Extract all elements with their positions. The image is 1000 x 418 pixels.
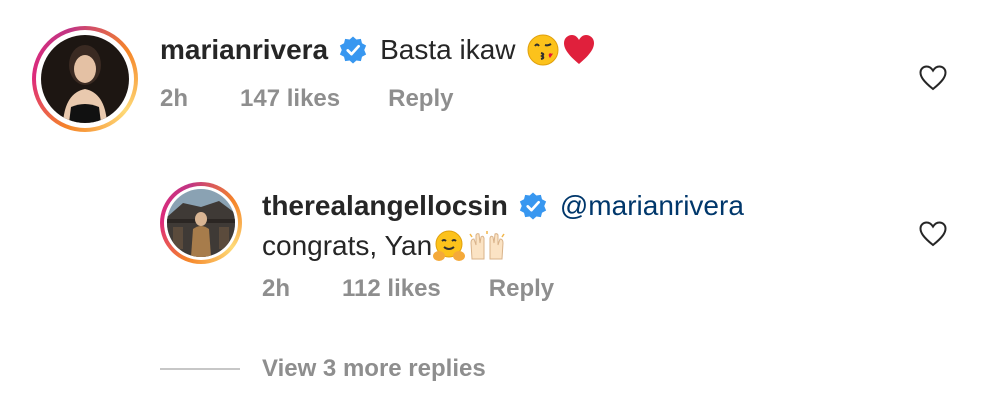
comment-meta: 2h 147 likes Reply — [160, 82, 453, 116]
username[interactable]: marianrivera — [160, 34, 328, 66]
heart-outline-icon[interactable] — [918, 220, 948, 248]
heart-outline-icon[interactable] — [918, 64, 948, 92]
avatar-photo — [167, 189, 235, 257]
reply-button[interactable]: Reply — [388, 85, 453, 113]
likes-count[interactable]: 112 likes — [342, 275, 441, 303]
avatar-photo — [41, 35, 129, 123]
hugging-face-emoji — [433, 230, 466, 261]
avatar-marianrivera[interactable] — [32, 26, 138, 132]
red-heart-emoji — [563, 35, 594, 64]
raising-hands-emoji — [469, 231, 505, 260]
comment-therealangellocsin: therealangellocsin @marianrivera congrat… — [0, 180, 1000, 310]
comment-header: marianrivera Basta ikaw — [160, 30, 596, 70]
comment-text: congrats, Yan — [262, 230, 433, 261]
comment-header: therealangellocsin @marianrivera — [262, 184, 744, 228]
view-more-replies-label: View 3 more replies — [262, 355, 486, 382]
comment-meta: 2h 112 likes Reply — [262, 272, 554, 306]
kissing-face-emoji — [527, 34, 559, 66]
likes-count[interactable]: 147 likes — [240, 85, 340, 113]
comment-text: Basta ikaw — [380, 34, 516, 65]
reply-button[interactable]: Reply — [489, 275, 554, 303]
avatar-therealangellocsin[interactable] — [160, 182, 242, 264]
username[interactable]: therealangellocsin — [262, 190, 508, 222]
comment-text-line: congrats, Yan — [262, 226, 506, 266]
divider — [160, 368, 240, 370]
timestamp: 2h — [160, 85, 189, 112]
timestamp: 2h — [262, 275, 291, 302]
comment-marianrivera: marianrivera Basta ikaw 2h 147 likes Rep… — [0, 24, 1000, 144]
verified-badge-icon — [339, 36, 367, 64]
mention-link[interactable]: @marianrivera — [560, 190, 744, 222]
view-more-replies-button[interactable]: View 3 more replies — [160, 352, 486, 386]
verified-badge-icon — [519, 192, 546, 220]
